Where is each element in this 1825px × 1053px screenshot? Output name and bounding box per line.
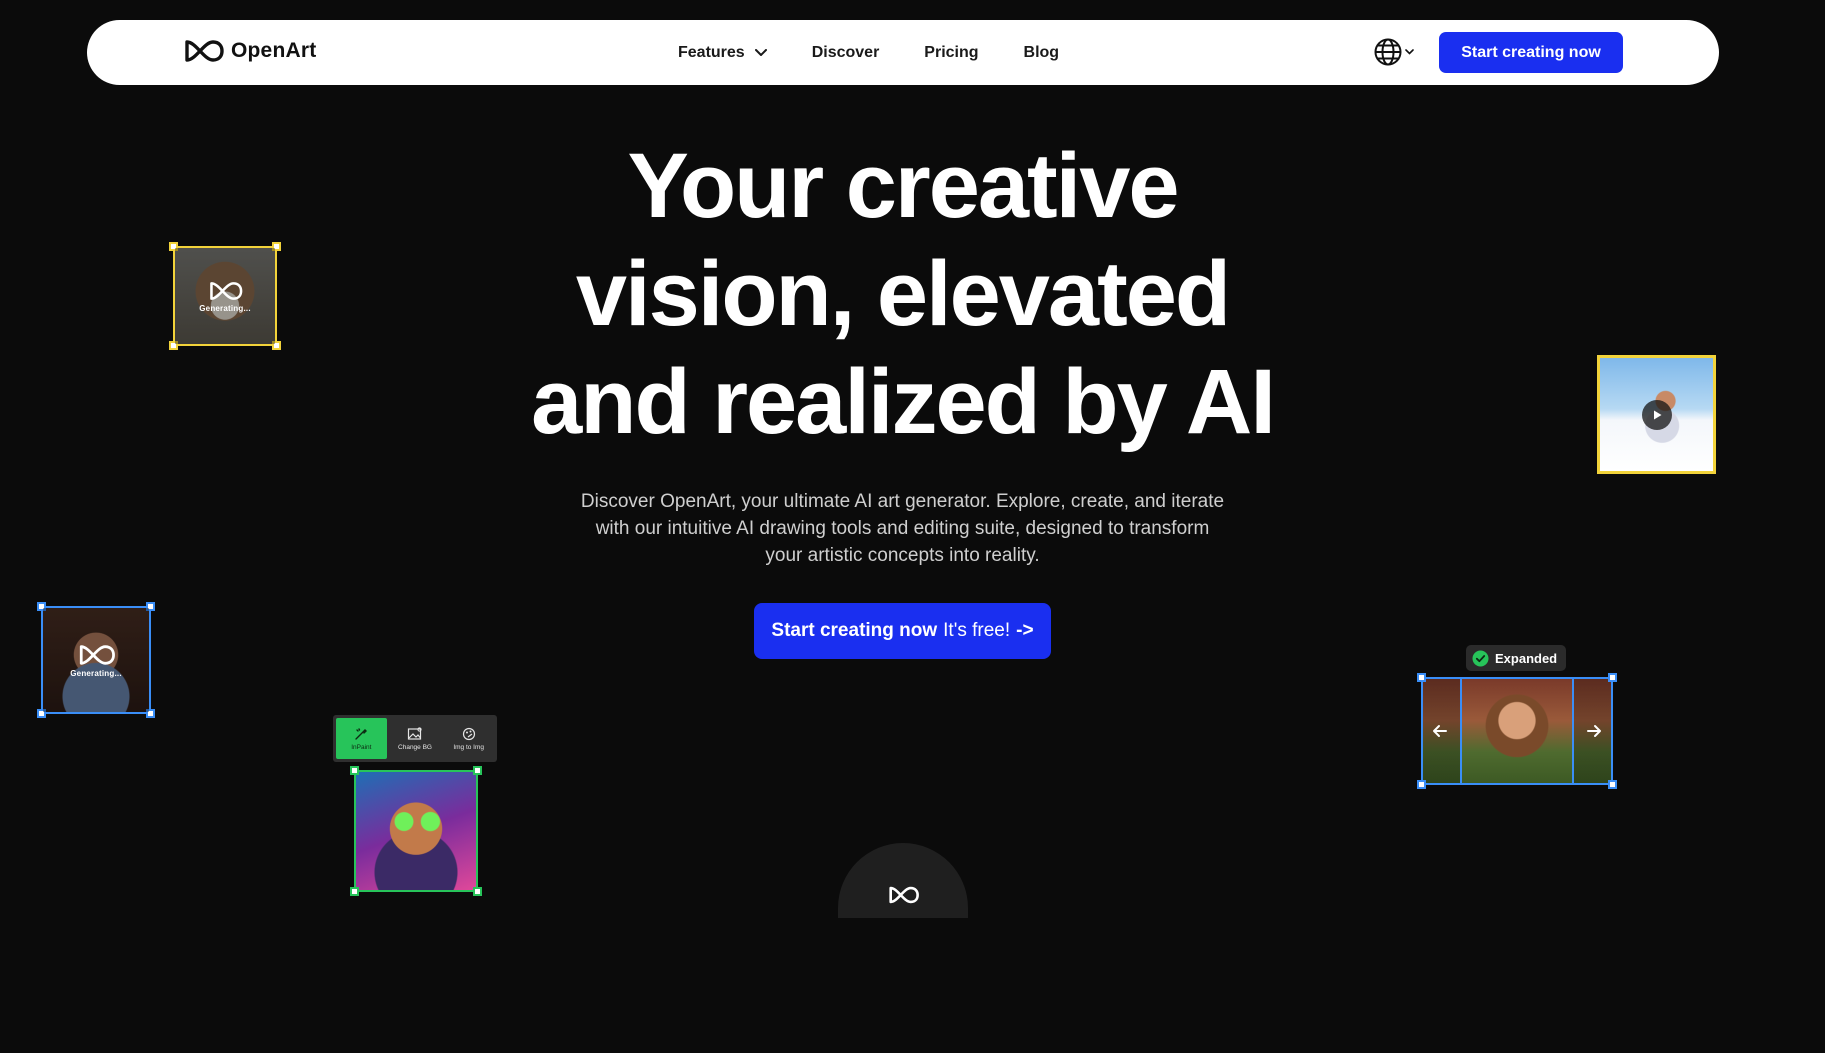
scroll-indicator[interactable] [838,843,968,918]
tool-inpaint[interactable]: InPaint [336,718,387,759]
tool-change-bg-label: Change BG [398,743,432,751]
resize-handle[interactable] [1608,673,1617,682]
resize-handle[interactable] [1417,673,1426,682]
expanded-image-card [1417,673,1617,789]
resize-handle[interactable] [1417,780,1426,789]
hero-title-line-1: Your creative [627,135,1179,237]
chevron-down-icon [754,48,767,56]
resize-handle[interactable] [350,887,359,896]
openart-logo-icon [210,281,243,300]
resize-handle[interactable] [473,766,482,775]
nav-blog[interactable]: Blog [1024,44,1060,62]
logo-text: OpenArt [231,39,317,62]
resize-handle[interactable] [350,766,359,775]
nav-links: Features Discover Pricing Blog [678,20,1104,85]
page: OpenArt Features Discover Pricing Blog S… [0,0,1825,1053]
hero-title-line-3: and realized by AI [531,351,1276,453]
arrow-right-icon [1587,725,1601,737]
nav-pricing[interactable]: Pricing [924,44,978,62]
openart-logo-icon [79,644,115,665]
nav-features-label: Features [678,43,745,61]
nav-features[interactable]: Features [678,44,767,62]
hero-cta-bold: Start creating now [771,620,938,641]
globe-icon [1374,38,1402,66]
top-nav: OpenArt Features Discover Pricing Blog S… [87,20,1719,85]
resize-handle[interactable] [1608,780,1617,789]
play-icon [1653,410,1661,419]
check-circle-icon [1472,650,1489,666]
openart-logo-icon [889,886,919,904]
hero-title-line-2: vision, elevated [575,243,1231,345]
inpaint-cat-card [350,766,482,896]
generating-cat-card: Generating... [169,242,281,350]
tool-inpaint-label: InPaint [351,743,372,751]
expand-right-button[interactable] [1585,722,1603,740]
palette-icon [462,727,475,740]
nav-discover[interactable]: Discover [812,44,880,62]
skier-video-card[interactable] [1597,355,1716,474]
tool-change-bg[interactable]: Change BG [390,718,441,759]
expanded-badge: Expanded [1466,645,1567,671]
hero-start-creating-button[interactable]: Start creating now It's free! -> [754,603,1051,659]
openart-logo-icon [185,40,224,62]
image-icon [407,726,422,740]
logo-link[interactable]: OpenArt [182,38,316,64]
expand-divider [1460,679,1462,783]
language-selector[interactable] [1373,34,1421,70]
edit-toolbar: InPaint Change BG Img to Img [333,715,497,762]
hero-cta-light: It's free! [943,620,1011,641]
resize-handle[interactable] [473,887,482,896]
nav-start-creating-button[interactable]: Start creating now [1439,32,1623,73]
generating-label: Generating... [199,303,251,313]
arrow-left-icon [1433,725,1447,737]
generating-overlay: Generating... [175,248,275,344]
hero-subtitle: Discover OpenArt, your ultimate AI art g… [580,491,1225,566]
hero-cta-arrow: -> [1016,620,1034,641]
play-button[interactable] [1641,399,1672,430]
generating-label: Generating... [70,668,122,678]
tool-img-to-img-label: Img to Img [453,743,485,751]
brush-icon [355,727,368,740]
chevron-down-icon [1405,49,1414,55]
expand-divider [1572,679,1574,783]
expand-left-button[interactable] [1431,722,1449,740]
generating-portrait-card: Generating... [37,602,155,718]
generating-overlay: Generating... [43,608,149,712]
tool-img-to-img[interactable]: Img to Img [443,718,494,759]
expanded-label: Expanded [1495,650,1558,666]
